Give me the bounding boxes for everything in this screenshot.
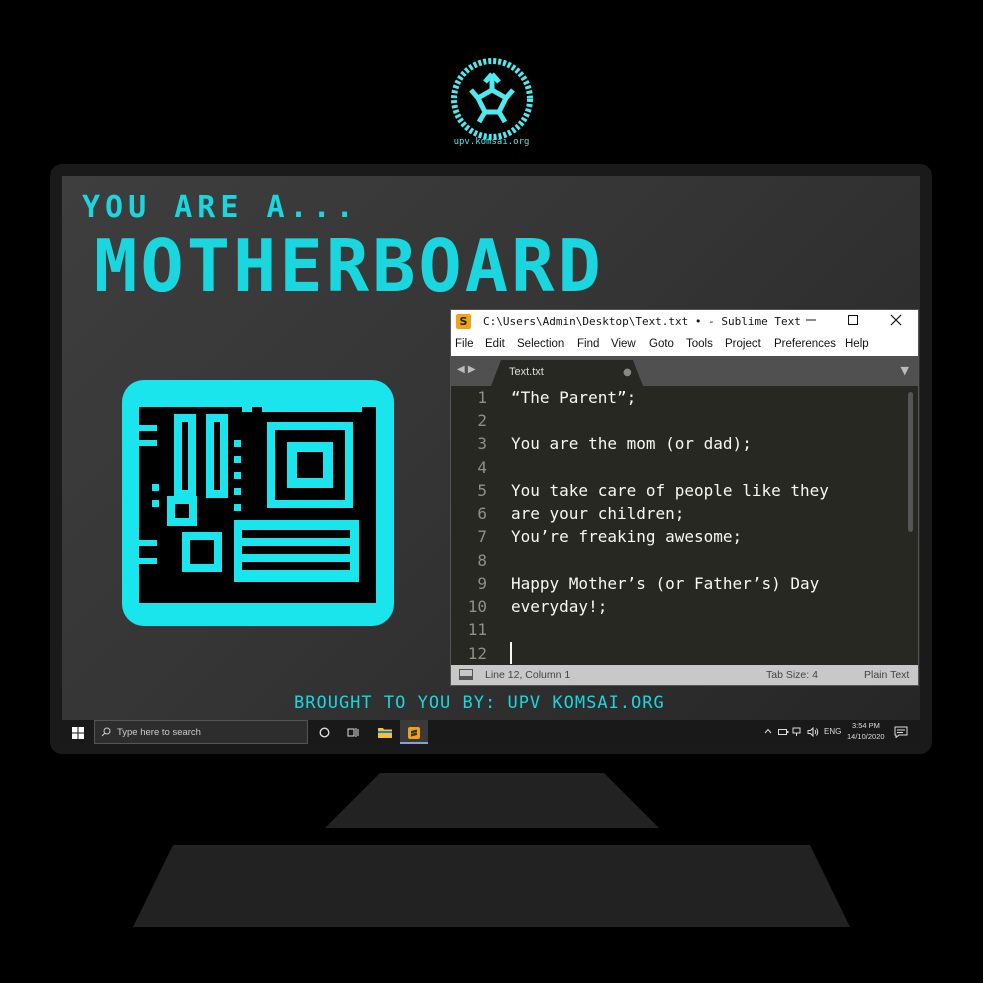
tab-label: Text.txt xyxy=(509,366,544,378)
line-number: 8 xyxy=(477,551,487,570)
file-explorer-taskbar-button[interactable] xyxy=(371,720,399,744)
tab-dropdown-icon[interactable]: ▼ xyxy=(901,364,909,377)
windows-logo-icon xyxy=(72,726,84,739)
code-line: 12 xyxy=(451,644,911,665)
menu-file[interactable]: File xyxy=(455,338,474,350)
menu-find[interactable]: Find xyxy=(577,338,599,350)
menu-edit[interactable]: Edit xyxy=(485,338,505,350)
menu-view[interactable]: View xyxy=(611,338,636,350)
network-icon[interactable] xyxy=(792,727,803,737)
clock-time[interactable]: 3:54 PM xyxy=(852,721,880,730)
cortana-circle-icon xyxy=(318,727,330,738)
sublime-app-icon: S xyxy=(456,314,471,329)
window-titlebar[interactable]: S C:\Users\Admin\Desktop\Text.txt • - Su… xyxy=(451,310,918,334)
cortana-button[interactable] xyxy=(310,720,338,744)
line-text: everyday!; xyxy=(511,597,608,616)
menu-tools[interactable]: Tools xyxy=(686,338,713,350)
menu-project[interactable]: Project xyxy=(725,338,761,350)
monitor-stand-neck xyxy=(325,773,659,828)
motherboard-icon xyxy=(122,380,394,626)
start-button[interactable] xyxy=(64,720,92,744)
line-text: You’re freaking awesome; xyxy=(511,527,743,546)
tab-modified-dot-icon[interactable]: ● xyxy=(623,367,632,378)
code-line: 4 xyxy=(451,458,911,481)
menu-selection[interactable]: Selection xyxy=(517,338,564,350)
minimize-icon xyxy=(806,319,816,321)
task-view-icon xyxy=(347,728,359,737)
menu-preferences[interactable]: Preferences xyxy=(774,338,836,350)
window-title: C:\Users\Admin\Desktop\Text.txt • - Subl… xyxy=(483,315,801,328)
maximize-icon xyxy=(848,315,858,325)
text-caret xyxy=(510,642,512,664)
input-language[interactable]: ENG xyxy=(824,727,841,736)
line-number: 10 xyxy=(467,597,487,616)
search-placeholder: Type here to search xyxy=(117,727,201,738)
sublime-window: S C:\Users\Admin\Desktop\Text.txt • - Su… xyxy=(451,310,918,685)
code-line: 2 xyxy=(451,411,911,434)
taskbar-search-box[interactable]: Type here to search xyxy=(94,720,308,744)
line-number: 1 xyxy=(477,388,487,407)
panel-toggle-icon[interactable] xyxy=(459,669,473,680)
line-number: 3 xyxy=(477,434,487,453)
maximize-button[interactable] xyxy=(831,310,875,334)
volume-icon[interactable] xyxy=(807,727,819,737)
code-line: 5 You take care of people like they xyxy=(451,481,911,504)
komsai-logo xyxy=(451,58,533,140)
line-text: You are the mom (or dad); xyxy=(511,434,752,453)
code-line: 6 are your children; xyxy=(451,504,911,527)
line-text: “The Parent”; xyxy=(511,388,637,407)
poster-headline: MOTHERBOARD xyxy=(94,224,604,308)
line-number: 4 xyxy=(477,458,487,477)
code-line: 8 xyxy=(451,551,911,574)
line-text: Happy Mother’s (or Father’s) Day xyxy=(511,574,820,593)
close-button[interactable] xyxy=(874,310,918,334)
monitor-stand-base xyxy=(133,845,850,927)
line-number: 9 xyxy=(477,574,487,593)
sublime-text-icon xyxy=(408,726,420,739)
menu-goto[interactable]: Goto xyxy=(649,338,674,350)
menu-bar: File Edit Selection Find View Goto Tools… xyxy=(451,334,918,356)
status-bar: Line 12, Column 1 Tab Size: 4 Plain Text xyxy=(451,665,918,685)
windows-taskbar: Type here to search ENG 3:54 PM 14/10/20… xyxy=(62,720,920,744)
poster-tagline: YOU ARE A... xyxy=(82,190,359,225)
cursor-position: Line 12, Column 1 xyxy=(485,669,571,681)
line-text: are your children; xyxy=(511,504,685,523)
tray-chevron-up-icon[interactable] xyxy=(764,728,772,734)
folder-icon xyxy=(378,728,392,738)
credits-text: BROUGHT TO YOU BY: UPV KOMSAI.ORG xyxy=(294,693,665,713)
menu-help[interactable]: Help xyxy=(845,338,869,350)
editor-area[interactable]: 1 “The Parent”; 2 3 You are the mom (or da… xyxy=(451,386,918,665)
line-number: 12 xyxy=(467,644,487,663)
line-text: You take care of people like they xyxy=(511,481,829,500)
code-line: 7 You’re freaking awesome; xyxy=(451,527,911,550)
code-line: 9 Happy Mother’s (or Father’s) Day xyxy=(451,574,911,597)
line-number: 7 xyxy=(477,527,487,546)
sublime-taskbar-button[interactable] xyxy=(400,720,428,744)
action-center-notification-icon[interactable] xyxy=(894,726,908,738)
battery-icon[interactable] xyxy=(778,727,789,737)
minimize-button[interactable] xyxy=(789,310,833,334)
line-number: 2 xyxy=(477,411,487,430)
close-icon xyxy=(890,314,902,326)
line-number: 5 xyxy=(477,481,487,500)
tab-text-txt[interactable]: Text.txt ● xyxy=(491,360,643,386)
tab-nav-arrows-icon[interactable]: ◀ ▶ xyxy=(457,364,476,375)
code-line: 3 You are the mom (or dad); xyxy=(451,434,911,457)
search-icon xyxy=(101,727,111,737)
tab-bar: ◀ ▶ Text.txt ● ▼ xyxy=(451,356,918,386)
clock-date[interactable]: 14/10/2020 xyxy=(847,732,885,741)
tab-size-setting[interactable]: Tab Size: 4 xyxy=(766,669,818,681)
code-line: 11 xyxy=(451,620,911,643)
line-number: 11 xyxy=(467,620,487,639)
editor-scrollbar[interactable] xyxy=(908,392,913,532)
syntax-setting[interactable]: Plain Text xyxy=(864,669,909,681)
line-number: 6 xyxy=(477,504,487,523)
task-view-button[interactable] xyxy=(339,720,367,744)
code-line: 10 everyday!; xyxy=(451,597,911,620)
logo-url: upv.komsai.org xyxy=(453,137,530,147)
code-line: 1 “The Parent”; xyxy=(451,388,911,411)
